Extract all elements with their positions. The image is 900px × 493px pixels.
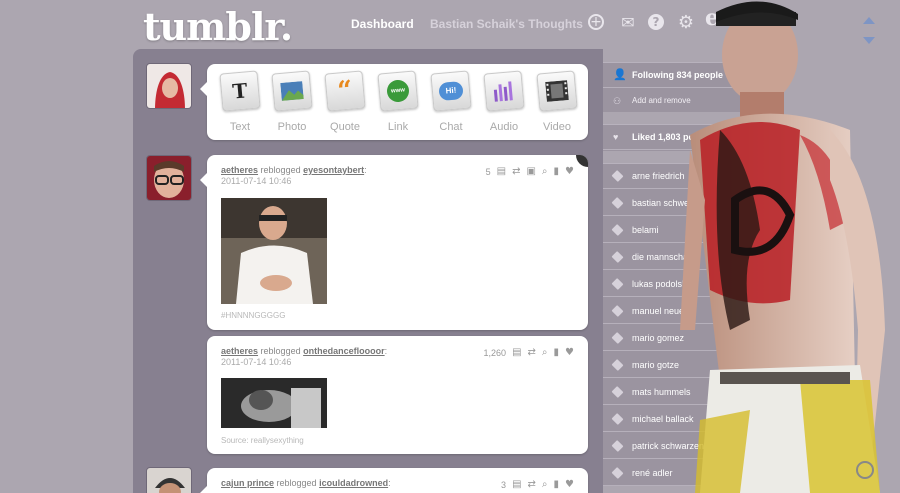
heart-icon[interactable]: ♥ — [565, 166, 574, 177]
heart-icon[interactable]: ♥ — [565, 479, 574, 490]
search-icon[interactable]: ⌕ — [542, 479, 548, 490]
post-author-link[interactable]: aetheres — [221, 165, 258, 175]
bookmark-icon[interactable]: ▮ — [554, 479, 560, 490]
post-author-link[interactable]: aetheres — [221, 346, 258, 356]
tracked-tag-label: rené adler — [632, 468, 673, 478]
notes-icon[interactable]: ▤ — [497, 166, 506, 177]
person-icon: 👤 — [613, 69, 627, 81]
tag-icon — [611, 412, 624, 426]
heart-icon[interactable]: ♥ — [565, 347, 574, 358]
audio-post-icon — [483, 70, 525, 112]
post-type-audio[interactable]: Audio — [479, 70, 529, 133]
tag-icon — [611, 439, 624, 453]
tumblr-logo[interactable]: tumblr. — [143, 4, 293, 49]
post-date: 2011-07-14 10:46 — [221, 357, 292, 367]
nav-blog-link[interactable]: Bastian Schaik's Thoughts — [430, 17, 583, 31]
tracked-tag-label: mario gomez — [632, 333, 685, 343]
tracked-tag-label: mario gotze — [632, 360, 680, 370]
bookmark-icon[interactable]: ▮ — [554, 166, 560, 177]
reblog-icon[interactable]: ⇄ — [528, 479, 536, 490]
notes-icon[interactable]: ▤ — [512, 479, 521, 490]
tag-icon — [611, 331, 624, 345]
link-post-icon: www — [377, 70, 419, 112]
add-person-icon: ⚇ — [613, 96, 622, 106]
tracked-tag-label: belami — [632, 225, 659, 235]
post-source-link[interactable]: onthedancefloooor — [303, 346, 385, 356]
tag-icon — [611, 358, 624, 372]
reblog-icon[interactable]: ⇄ — [512, 166, 520, 177]
post-card: aetheres reblogged eyesontaybert: 2011-0… — [200, 155, 588, 330]
search-icon[interactable]: ⌕ — [542, 166, 548, 177]
user-avatar[interactable] — [146, 63, 192, 109]
nav-dashboard[interactable]: Dashboard — [351, 17, 414, 31]
mail-icon[interactable]: ✉ — [619, 14, 637, 32]
post-type-chat[interactable]: Hi! Chat — [426, 70, 476, 133]
post-photo[interactable] — [221, 378, 327, 428]
heart-icon: ♥ — [613, 132, 619, 142]
post-card: cajun prince reblogged icouldadrowned: 3… — [200, 468, 588, 493]
tracked-tag-label: arne friedrich — [632, 171, 685, 181]
post-source-link[interactable]: icouldadrowned — [319, 478, 388, 488]
photo-post-icon — [271, 70, 313, 112]
post-type-bar: T Text Photo “ Quote www Link Hi! Chat A… — [200, 64, 588, 140]
tag-icon — [611, 385, 624, 399]
tag-icon — [611, 169, 624, 183]
post-photo[interactable] — [221, 198, 327, 304]
tag-icon — [611, 223, 624, 237]
post-avatar[interactable] — [146, 155, 192, 201]
video-post-icon — [536, 70, 578, 112]
quote-post-icon: “ — [324, 70, 366, 112]
tag-icon — [611, 250, 624, 264]
reblog-icon[interactable]: ⇄ — [528, 347, 536, 358]
camera-icon[interactable]: ▣ — [526, 166, 535, 177]
post-card: aetheres reblogged onthedancefloooor: 20… — [207, 336, 588, 454]
background-figure-image — [680, 0, 900, 493]
notes-count[interactable]: 1,260 — [484, 348, 507, 358]
post-tags[interactable]: #HNNNNGGGGG — [221, 311, 285, 320]
tag-icon — [611, 277, 624, 291]
post-type-photo[interactable]: Photo — [267, 70, 317, 133]
help-icon[interactable]: ? — [648, 14, 664, 30]
post-type-quote[interactable]: “ Quote — [320, 70, 370, 133]
post-source[interactable]: Source: reallysexything — [221, 436, 304, 445]
post-type-link[interactable]: www Link — [373, 70, 423, 133]
post-source-link[interactable]: eyesontaybert — [303, 165, 364, 175]
post-avatar[interactable] — [146, 467, 192, 493]
notes-count[interactable]: 5 — [486, 167, 491, 177]
post-type-text[interactable]: T Text — [215, 70, 265, 133]
bookmark-icon[interactable]: ▮ — [554, 347, 560, 358]
tracked-tag-label: manuel neuer — [632, 306, 688, 316]
tag-icon — [611, 466, 624, 480]
notes-count[interactable]: 3 — [501, 480, 506, 490]
notes-icon[interactable]: ▤ — [512, 347, 521, 358]
post-date: 2011-07-14 10:46 — [221, 176, 292, 186]
chat-post-icon: Hi! — [430, 70, 472, 112]
post-author-link[interactable]: cajun prince — [221, 478, 274, 488]
post-type-video[interactable]: Video — [532, 70, 582, 133]
search-icon[interactable]: ⌕ — [542, 347, 548, 358]
tag-icon — [611, 304, 624, 318]
text-post-icon: T — [219, 70, 261, 112]
tag-icon — [611, 196, 624, 210]
plus-icon[interactable]: + — [588, 14, 604, 30]
